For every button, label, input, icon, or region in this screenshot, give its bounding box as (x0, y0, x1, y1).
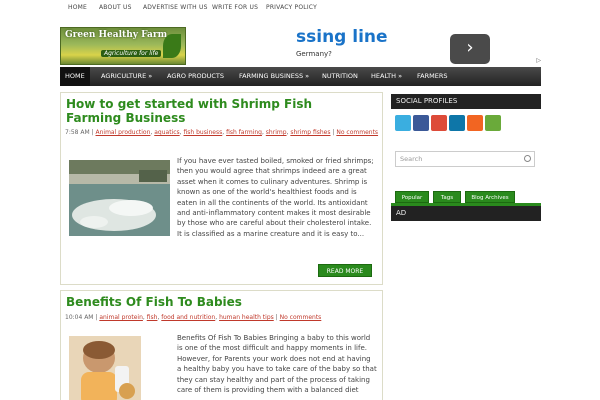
blog-post: How to get started with Shrimp Fish Farm… (60, 92, 383, 285)
ad-next-button[interactable]: › (450, 34, 490, 64)
search-placeholder: Search (400, 155, 423, 163)
ad-widget-title: AD (391, 206, 541, 221)
nav-agro-products[interactable]: AGRO PRODUCTS (162, 67, 229, 86)
nav-agriculture[interactable]: AGRICULTURE » (96, 67, 157, 86)
tab-tags[interactable]: Tags (433, 191, 461, 203)
shrimp-pond-image[interactable] (69, 160, 170, 236)
ad-headline: ssing line (296, 27, 388, 47)
facebook-icon[interactable] (413, 115, 429, 131)
tab-popular[interactable]: Popular (395, 191, 429, 203)
site-logo[interactable]: Green Healthy Farm Agriculture for life (60, 27, 186, 65)
twitter-icon[interactable] (395, 115, 411, 131)
topnav-advertise-link[interactable]: ADVERTISE WITH US (143, 4, 208, 11)
tab-blog-archives[interactable]: Blog Archives (465, 191, 515, 203)
post-time: 10:04 AM (65, 314, 94, 321)
post-tag[interactable]: fish business (183, 129, 222, 136)
social-profiles-title: SOCIAL PROFILES (391, 94, 541, 109)
post-time: 7:58 AM (65, 129, 90, 136)
main-nav: HOME AGRICULTURE » AGRO PRODUCTS FARMING… (60, 67, 541, 86)
nav-farmers[interactable]: FARMERS (412, 67, 452, 86)
baby-eating-image[interactable] (69, 336, 141, 400)
header-ad-banner[interactable]: ssing line Germany? › ▷ (258, 27, 541, 67)
post-title[interactable]: Benefits Of Fish To Babies (66, 295, 366, 309)
post-tag[interactable]: shrimp (266, 129, 287, 136)
logo-title: Green Healthy Farm (65, 30, 168, 40)
email-icon[interactable] (485, 115, 501, 131)
post-comments-link[interactable]: No comments (280, 314, 322, 321)
nav-health[interactable]: HEALTH » (366, 67, 407, 86)
search-icon[interactable] (524, 155, 531, 162)
post-meta: 7:58 AM | Animal production, aquatics, f… (65, 129, 379, 136)
post-tag[interactable]: human health tips (219, 314, 274, 321)
post-tag[interactable]: food and nutrition (161, 314, 215, 321)
post-tag[interactable]: shrimp fishes (290, 129, 330, 136)
logo-tagline: Agriculture for life (101, 50, 162, 57)
post-meta: 10:04 AM | animal protein, fish, food an… (65, 314, 322, 321)
google-plus-icon[interactable] (431, 115, 447, 131)
read-more-button[interactable]: READ MORE (318, 264, 372, 277)
post-excerpt: If you have ever tasted boiled, smoked o… (177, 157, 374, 238)
linkedin-icon[interactable] (449, 115, 465, 131)
nav-farming-business[interactable]: FARMING BUSINESS » (234, 67, 314, 86)
topnav-about-link[interactable]: ABOUT US (99, 4, 132, 11)
search-input[interactable]: Search (395, 151, 535, 167)
rss-icon[interactable] (467, 115, 483, 131)
post-excerpt: Benefits Of Fish To Babies Bringing a ba… (177, 334, 377, 395)
topnav-home-link[interactable]: HOME (68, 4, 87, 11)
ad-choices-icon[interactable]: ▷ (536, 57, 541, 64)
post-tag[interactable]: fish farming (226, 129, 262, 136)
post-tag[interactable]: fish (147, 314, 158, 321)
post-tag[interactable]: Animal production (96, 129, 151, 136)
post-tag[interactable]: aquatics (154, 129, 179, 136)
leaf-icon (163, 34, 181, 58)
post-title[interactable]: How to get started with Shrimp Fish Farm… (66, 97, 366, 125)
blog-post: Benefits Of Fish To Babies 10:04 AM | an… (60, 290, 383, 400)
post-comments-link[interactable]: No comments (336, 129, 378, 136)
post-tag[interactable]: animal protein (99, 314, 143, 321)
topnav-privacy-link[interactable]: PRIVACY POLICY (266, 4, 317, 11)
nav-home[interactable]: HOME (60, 67, 90, 86)
ad-subtext: Germany? (296, 50, 332, 58)
topnav-write-link[interactable]: WRITE FOR US (212, 4, 258, 11)
top-utility-nav: HOME ABOUT US ADVERTISE WITH US WRITE FO… (0, 0, 600, 18)
nav-nutrition[interactable]: NUTRITION (317, 67, 363, 86)
